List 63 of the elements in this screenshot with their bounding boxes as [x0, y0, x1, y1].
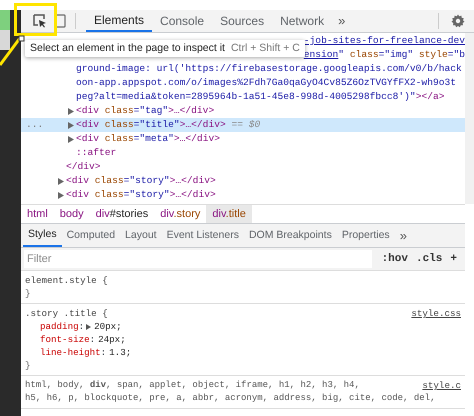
source-link[interactable]: style.css	[411, 307, 461, 320]
rule-selector: html, body, div, span, applet, object, iframe, h1, h2, h3, h4,	[25, 379, 360, 392]
rule-selector: h5, h6, p, blockquote, pre, a, abbr, acronym, address, big, cite, code, del,	[25, 392, 436, 405]
property-name: font-size	[40, 333, 90, 346]
rule-close: }	[25, 288, 31, 299]
filter-option-button[interactable]: :hov	[378, 250, 412, 268]
expand-triangle-icon[interactable]	[86, 324, 92, 330]
markup-text: <div class="story">…</div>	[66, 188, 216, 202]
breadcrumb[interactable]: div.title	[206, 205, 252, 223]
pane-tab[interactable]: Properties	[336, 224, 395, 247]
property-name: line-height	[40, 346, 101, 359]
pane-tab[interactable]: Computed	[62, 224, 120, 247]
markup-text: <div class="meta">…</div>	[76, 132, 220, 146]
markup-line: ground-image: url('https://firebasestorage.googleapis.com/v0/b/hack	[76, 62, 462, 76]
property-value: 1.3;	[109, 346, 132, 359]
property-value: 24px;	[98, 333, 126, 346]
breadcrumb[interactable]: div#stories	[90, 205, 154, 223]
markup-text: <div class="tag">…</div>	[76, 104, 214, 118]
rule-close: }	[25, 360, 31, 371]
breadcrumb[interactable]: div.story	[154, 205, 206, 223]
colon: :	[100, 346, 106, 359]
breadcrumb[interactable]: html	[21, 205, 54, 223]
panel-tab[interactable]: Elements	[86, 10, 152, 32]
panel-tab[interactable]: Sources	[212, 10, 272, 32]
colon: :	[90, 333, 96, 346]
more-tabs-button[interactable]: »	[332, 11, 352, 31]
filter-field[interactable]: Filter	[24, 250, 372, 268]
rule-selector: element.style {	[25, 274, 108, 287]
settings-icon[interactable]	[451, 14, 465, 28]
collapsed-triangle-icon[interactable]	[58, 178, 64, 184]
more-tabs-button[interactable]: »	[394, 226, 412, 246]
property-value: 20px;	[94, 320, 122, 333]
collapsed-triangle-icon[interactable]	[68, 136, 74, 142]
source-link[interactable]: style.c	[422, 379, 461, 392]
colon: :	[78, 320, 84, 333]
pane-tab[interactable]: Event Listeners	[162, 224, 244, 247]
markup-text: <div class="title">…</div> == $0	[76, 118, 260, 132]
markup-line: peg?alt=media&token=2895964b-1a51-45e8-998d-4005298fbcc8')"></a>	[76, 90, 444, 104]
markup-text: <div class="story">…</div>	[66, 174, 216, 188]
filter-option-button[interactable]: .cls	[412, 250, 446, 268]
scrollbar[interactable]	[465, 33, 474, 204]
breadcrumb[interactable]: body	[54, 205, 90, 223]
closing-tag: </div>	[66, 160, 101, 174]
row-actions[interactable]: ...	[26, 118, 44, 132]
panel-tab[interactable]: Network	[272, 10, 332, 32]
filter-option-button[interactable]: +	[446, 250, 461, 268]
markup-line: oon-app.appspot.com/o/images%2Fdh7Ga0qaGyO4Cv85Z6OzTVGYfFX2-wh9o3t	[76, 76, 456, 90]
collapsed-triangle-icon[interactable]	[68, 108, 74, 114]
pseudo-element: ::after	[76, 146, 116, 160]
panel-tab[interactable]: Console	[152, 10, 212, 32]
collapsed-triangle-icon[interactable]	[58, 192, 64, 198]
collapsed-triangle-icon[interactable]	[68, 122, 74, 128]
property-name: padding	[40, 320, 79, 333]
device-toggle-icon[interactable]	[54, 14, 66, 28]
pane-tab[interactable]: DOM Breakpoints	[244, 224, 337, 247]
shortcut-text: Ctrl + Shift + C	[230, 40, 300, 56]
selected-node-row[interactable]: ... <div class="title">…</div> == $0	[21, 118, 465, 132]
inspect-element-icon[interactable]	[33, 14, 47, 28]
tooltip-text: Select an element in the page to inspect it	[30, 40, 225, 56]
markup-line: -job-sites-for-freelance-dev	[304, 34, 465, 48]
markup-line: ension" class="img" style="b	[304, 48, 465, 62]
pane-tab[interactable]: Layout	[120, 224, 162, 247]
rule-selector: .story .title {	[25, 307, 108, 320]
